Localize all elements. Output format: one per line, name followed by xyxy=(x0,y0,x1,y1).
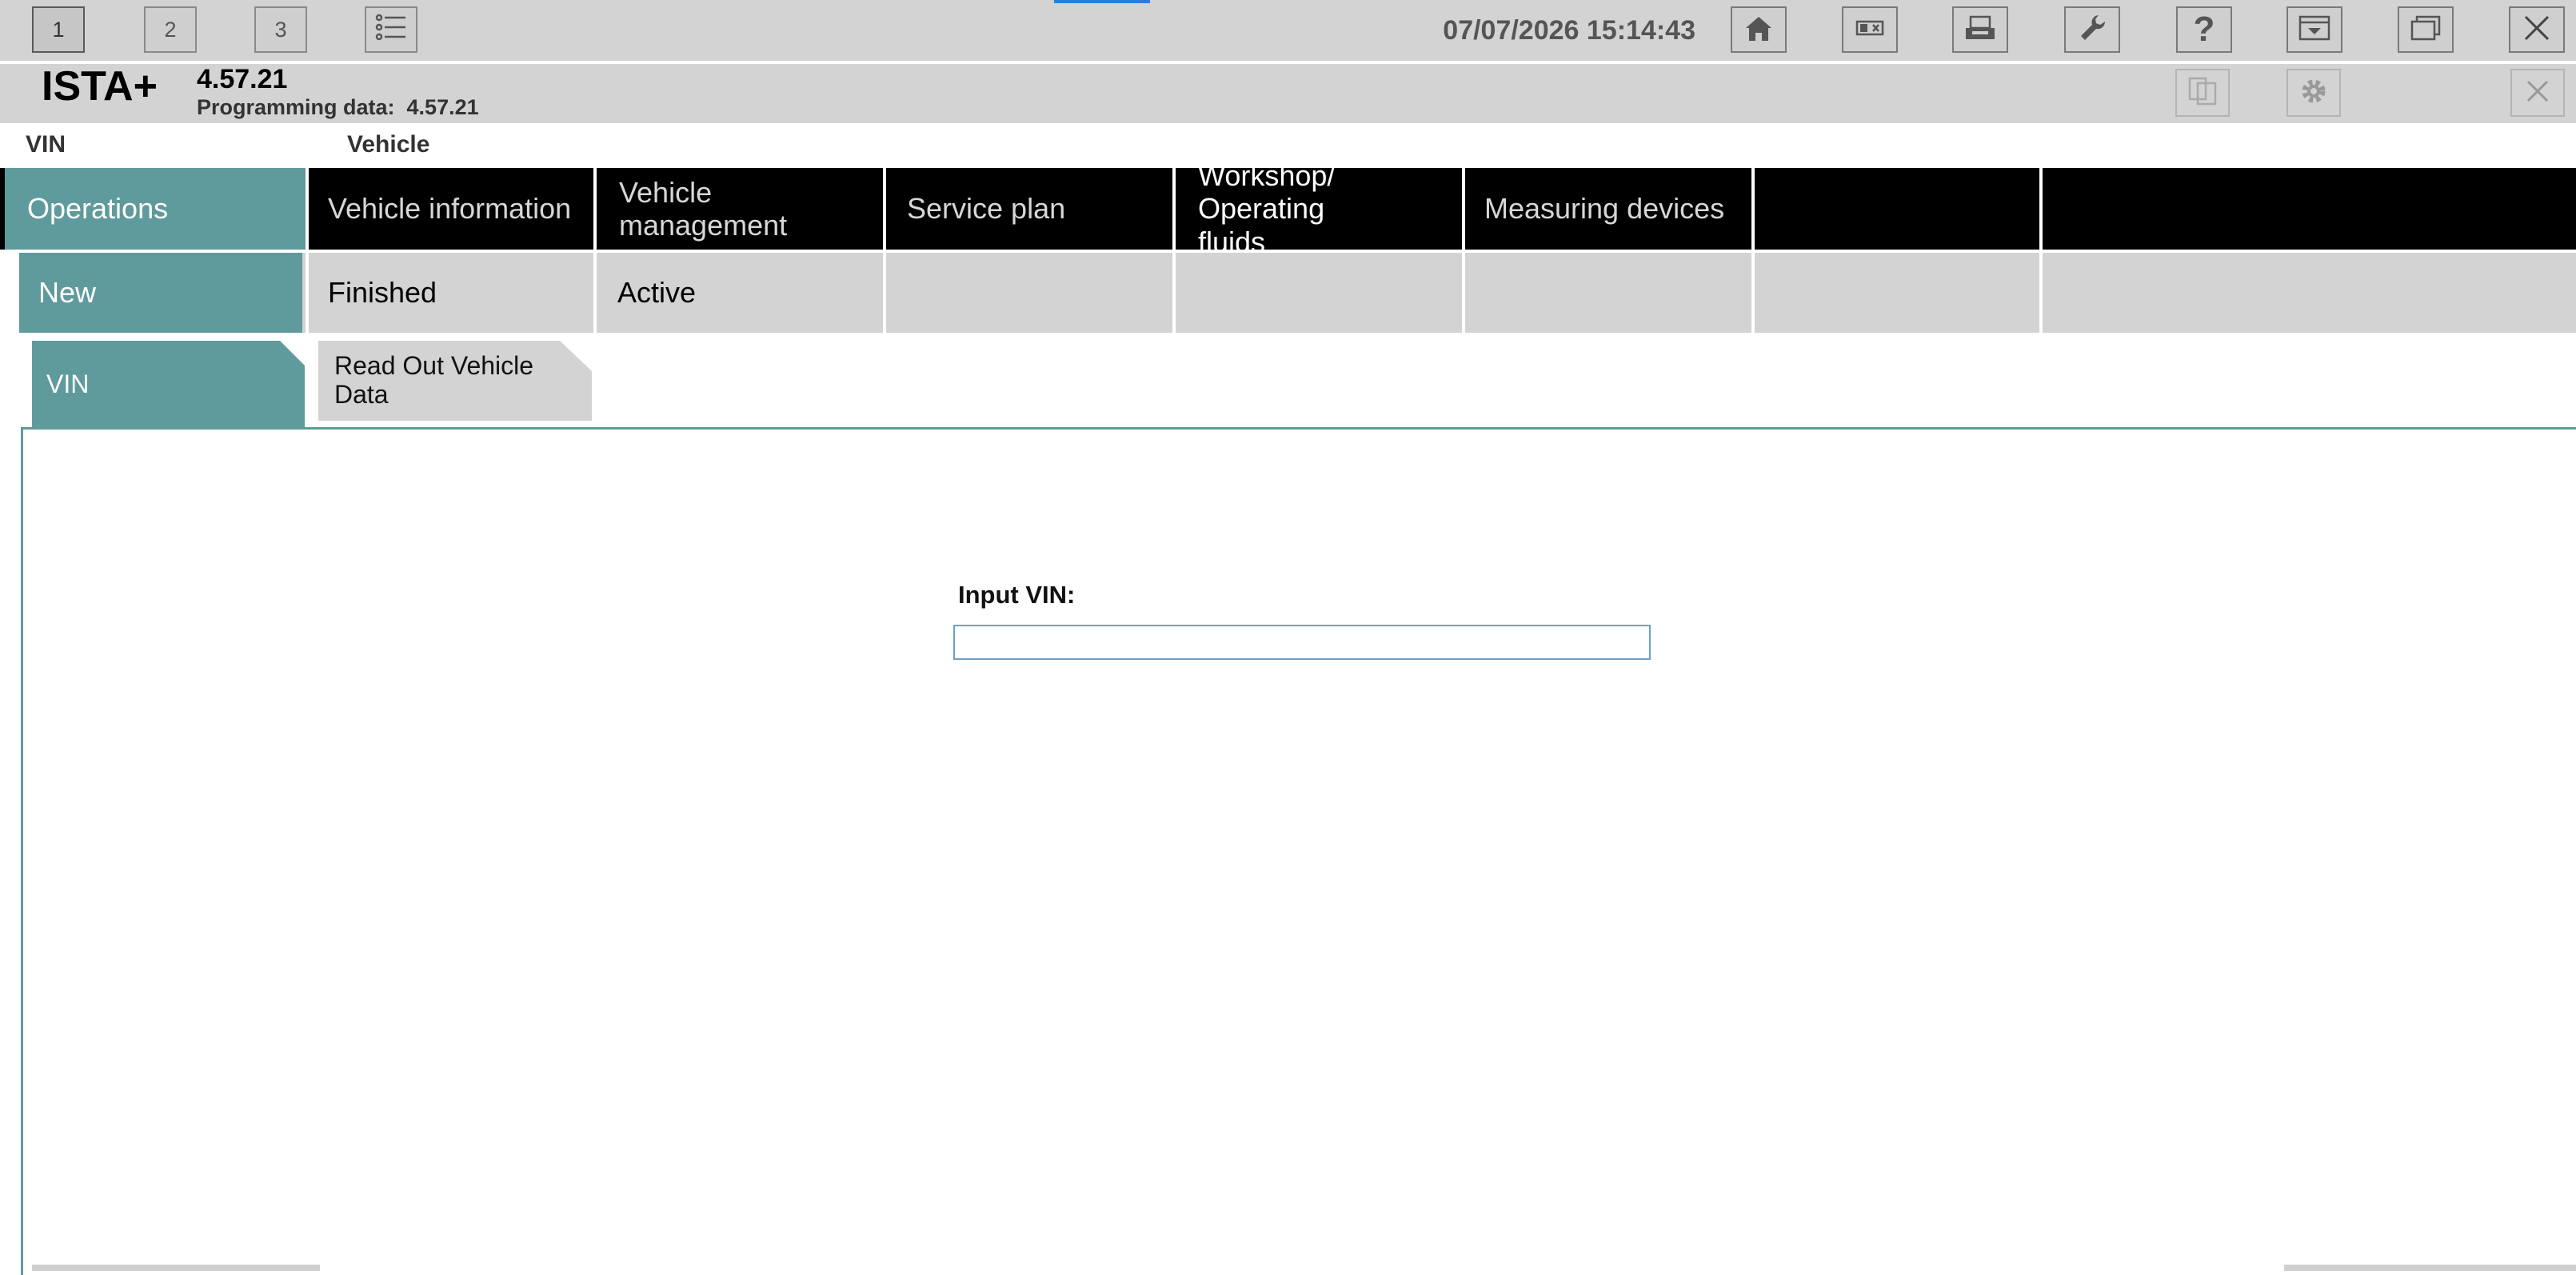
tab-measuring-devices[interactable]: Measuring devices xyxy=(1465,168,1751,250)
focus-indicator xyxy=(1054,0,1150,3)
vehicle-label: Vehicle xyxy=(347,131,430,158)
column-separator xyxy=(1462,168,1465,333)
vin-input[interactable] xyxy=(953,625,1651,660)
column-separator xyxy=(2039,168,2043,333)
nav-empty-slot xyxy=(2043,168,2576,250)
subtab-active[interactable]: Active xyxy=(597,253,883,333)
close-icon xyxy=(2520,74,2555,113)
settings-button[interactable] xyxy=(2286,69,2341,117)
help-icon: ? xyxy=(2193,10,2215,49)
list-icon xyxy=(373,11,409,49)
session-2-button[interactable]: 2 xyxy=(144,6,197,53)
session-list-button[interactable] xyxy=(365,6,417,53)
collapse-icon xyxy=(2297,10,2332,50)
display-toggle-button[interactable] xyxy=(1842,6,1898,53)
copy-session-button[interactable] xyxy=(2175,69,2230,117)
help-button[interactable]: ? xyxy=(2176,6,2232,53)
content-panel xyxy=(21,427,2576,1275)
tab-vehicle-management[interactable]: Vehicle management xyxy=(597,168,883,250)
column-separator xyxy=(306,168,309,333)
tab-read-out-vehicle-data[interactable]: Read Out Vehicle Data xyxy=(318,341,592,421)
home-button[interactable] xyxy=(1731,6,1787,53)
nav-empty-slot xyxy=(1755,168,2039,250)
subtab-new[interactable]: New xyxy=(19,253,302,333)
datetime-display: 07/07/2026 15:14:43 xyxy=(1443,14,1695,46)
column-separator xyxy=(883,168,886,333)
column-separator xyxy=(593,168,597,333)
horizontal-scrollbar-thumb[interactable] xyxy=(32,1265,320,1271)
close-icon xyxy=(2519,10,2554,50)
subtab-finished[interactable]: Finished xyxy=(306,253,593,333)
close-app-button[interactable] xyxy=(2509,6,2565,53)
tab-service-plan[interactable]: Service plan xyxy=(886,168,1172,250)
window-icon xyxy=(2408,10,2443,50)
column-separator xyxy=(1172,168,1176,333)
collapse-button[interactable] xyxy=(2286,6,2342,53)
horizontal-scrollbar-thumb[interactable] xyxy=(2284,1265,2576,1271)
display-toggle-icon xyxy=(1852,10,1887,50)
copy-icon xyxy=(2185,74,2220,113)
gear-icon xyxy=(2296,74,2331,113)
print-button[interactable] xyxy=(1952,6,2008,53)
session-1-button[interactable]: 1 xyxy=(32,6,85,53)
wrench-icon xyxy=(2075,10,2110,50)
app-version: 4.57.21 xyxy=(197,64,288,94)
vin-label: VIN xyxy=(26,131,66,158)
vin-input-label: Input VIN: xyxy=(958,581,1076,609)
tab-vin[interactable]: VIN xyxy=(32,341,305,427)
tab-workshop-operating-fluids[interactable]: Workshop/ Operating fluids xyxy=(1176,159,1462,258)
tab-operations[interactable]: Operations xyxy=(5,168,306,250)
programming-data-version: Programming data: 4.57.21 xyxy=(197,95,479,119)
session-3-button[interactable]: 3 xyxy=(254,6,307,53)
app-brand: ISTA+ xyxy=(42,63,158,110)
window-mode-button[interactable] xyxy=(2398,6,2454,53)
printer-icon xyxy=(1963,10,1998,50)
tab-vehicle-information[interactable]: Vehicle information xyxy=(309,168,593,250)
workshop-settings-button[interactable] xyxy=(2064,6,2120,53)
home-icon xyxy=(1741,10,1776,50)
close-session-button[interactable] xyxy=(2510,69,2565,117)
column-separator xyxy=(1751,168,1755,333)
